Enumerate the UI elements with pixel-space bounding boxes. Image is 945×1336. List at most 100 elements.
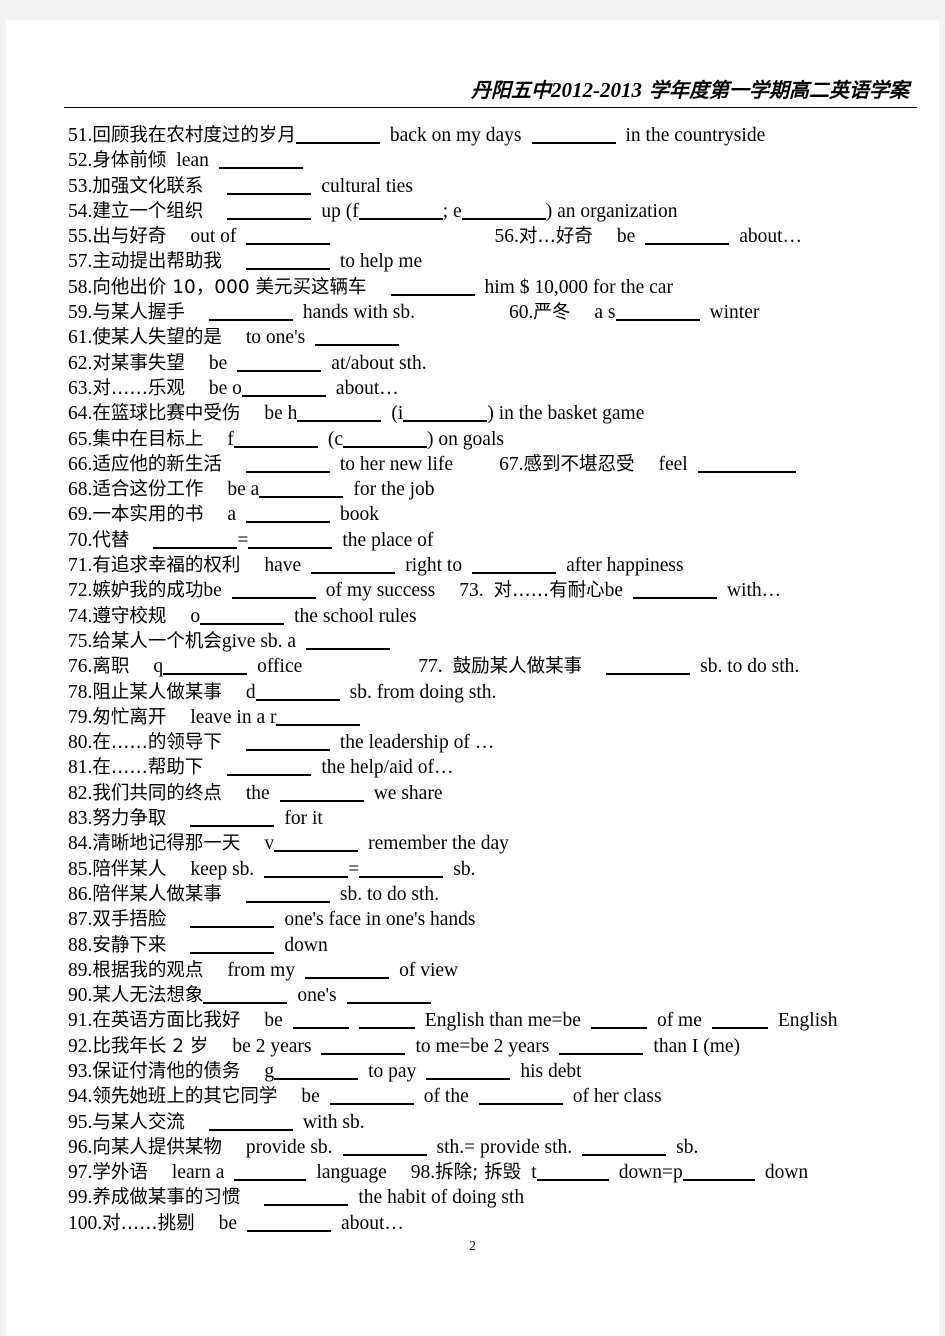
blank-field[interactable] bbox=[582, 1137, 667, 1156]
blank-field[interactable] bbox=[292, 1011, 349, 1030]
blank-field[interactable] bbox=[343, 429, 428, 448]
item-number: 83. bbox=[68, 808, 93, 830]
blank-field[interactable] bbox=[472, 555, 557, 575]
blank-field[interactable] bbox=[295, 125, 380, 144]
item-english: cultural ties bbox=[321, 175, 413, 197]
blank-field[interactable] bbox=[461, 201, 546, 220]
blank-field[interactable] bbox=[531, 125, 616, 144]
item-english: of her class bbox=[572, 1086, 662, 1108]
blank-field[interactable] bbox=[190, 808, 275, 828]
item-chinese: 在篮球比赛中受伤 bbox=[92, 403, 241, 425]
blank-field[interactable] bbox=[633, 581, 717, 600]
blank-field[interactable] bbox=[153, 530, 238, 549]
item-chinese: 双手捂脸 bbox=[92, 909, 167, 931]
item-number: 88. bbox=[68, 934, 93, 956]
blank-field[interactable] bbox=[559, 1036, 644, 1055]
blank-field[interactable] bbox=[682, 1163, 755, 1182]
item-english: after happiness bbox=[566, 555, 684, 577]
blank-field[interactable] bbox=[246, 227, 331, 246]
item-english: be bbox=[264, 1010, 283, 1032]
blank-field[interactable] bbox=[208, 303, 293, 322]
item-english: ) an organization bbox=[545, 200, 678, 222]
blank-field[interactable] bbox=[297, 404, 382, 423]
blank-field[interactable] bbox=[264, 859, 349, 878]
blank-field[interactable] bbox=[245, 884, 330, 903]
item-english: to me=be 2 years bbox=[415, 1035, 550, 1057]
blank-field[interactable] bbox=[245, 252, 330, 271]
blank-field[interactable] bbox=[231, 581, 316, 600]
item-english: be bbox=[218, 1212, 238, 1234]
item-chinese: 代替 bbox=[92, 529, 130, 551]
item-english: of the bbox=[423, 1086, 469, 1108]
blank-field[interactable] bbox=[358, 201, 443, 220]
blank-field[interactable] bbox=[163, 657, 248, 676]
blank-field[interactable] bbox=[246, 505, 331, 524]
blank-field[interactable] bbox=[645, 227, 730, 246]
blank-field[interactable] bbox=[233, 429, 318, 448]
list-item: 70.代替 = the place of bbox=[68, 528, 930, 553]
blank-field[interactable] bbox=[342, 1137, 427, 1156]
item-english: than I (me) bbox=[653, 1035, 741, 1057]
blank-field[interactable] bbox=[200, 606, 285, 625]
item-english: d bbox=[245, 681, 256, 703]
blank-field[interactable] bbox=[227, 176, 312, 195]
blank-field[interactable] bbox=[329, 1087, 414, 1106]
item-number: 84. bbox=[68, 833, 93, 855]
blank-field[interactable] bbox=[590, 1011, 647, 1030]
item-chinese: 对……挑剔 bbox=[102, 1212, 195, 1234]
blank-field[interactable] bbox=[536, 1163, 609, 1182]
blank-field[interactable] bbox=[359, 859, 444, 878]
blank-field[interactable] bbox=[315, 328, 400, 347]
blank-field[interactable] bbox=[227, 201, 312, 220]
blank-field[interactable] bbox=[237, 353, 322, 372]
blank-field[interactable] bbox=[306, 631, 391, 650]
blank-field[interactable] bbox=[190, 935, 275, 954]
blank-field[interactable] bbox=[390, 277, 475, 296]
item-chinese: 嫉妒我的成功 bbox=[92, 580, 204, 602]
blank-field[interactable] bbox=[218, 151, 303, 170]
blank-field[interactable] bbox=[426, 1061, 511, 1080]
blank-field[interactable] bbox=[245, 733, 330, 752]
item-chinese: 对……有耐心 bbox=[493, 580, 605, 602]
item-number: 70. bbox=[68, 529, 93, 551]
blank-field[interactable] bbox=[227, 758, 312, 777]
blank-field[interactable] bbox=[203, 986, 288, 1005]
blank-field[interactable] bbox=[311, 555, 396, 575]
item-chinese: 某人无法想象 bbox=[92, 985, 204, 1007]
item-english: to help me bbox=[339, 251, 423, 273]
blank-field[interactable] bbox=[321, 1036, 406, 1055]
blank-field[interactable] bbox=[478, 1087, 563, 1106]
blank-field[interactable] bbox=[346, 986, 431, 1005]
item-english: English than me=be bbox=[424, 1010, 581, 1032]
blank-field[interactable] bbox=[358, 1011, 415, 1030]
item-english: o bbox=[190, 605, 201, 627]
blank-field[interactable] bbox=[245, 454, 330, 473]
list-item: 79.匆忙离开 leave in a r bbox=[68, 705, 930, 730]
blank-field[interactable] bbox=[259, 480, 344, 499]
blank-field[interactable] bbox=[248, 530, 333, 549]
blank-field[interactable] bbox=[697, 454, 796, 473]
blank-field[interactable] bbox=[234, 1163, 307, 1182]
blank-field[interactable] bbox=[274, 1061, 359, 1080]
blank-field[interactable] bbox=[279, 783, 364, 802]
blank-field[interactable] bbox=[255, 682, 340, 701]
blank-field[interactable] bbox=[403, 404, 488, 423]
list-item: 93.保证付清他的债务 g to pay his debt bbox=[68, 1059, 930, 1084]
blank-field[interactable] bbox=[606, 657, 691, 676]
item-number: 53. bbox=[68, 175, 93, 197]
item-chinese: 对……乐观 bbox=[92, 377, 185, 399]
blank-field[interactable] bbox=[274, 834, 359, 853]
blank-field[interactable] bbox=[305, 960, 390, 979]
blank-field[interactable] bbox=[208, 1112, 293, 1131]
blank-field[interactable] bbox=[247, 1213, 332, 1232]
blank-field[interactable] bbox=[711, 1011, 768, 1030]
blank-field[interactable] bbox=[264, 1188, 349, 1207]
item-chinese: 严冬 bbox=[533, 302, 571, 324]
blank-field[interactable] bbox=[241, 378, 326, 397]
item-number: 96. bbox=[68, 1136, 93, 1158]
blank-field[interactable] bbox=[276, 707, 361, 726]
blank-field[interactable] bbox=[190, 910, 275, 929]
item-number: 66. bbox=[68, 453, 93, 475]
blank-field[interactable] bbox=[615, 303, 700, 322]
list-item: 100.对……挑剔 be about… bbox=[68, 1211, 930, 1236]
